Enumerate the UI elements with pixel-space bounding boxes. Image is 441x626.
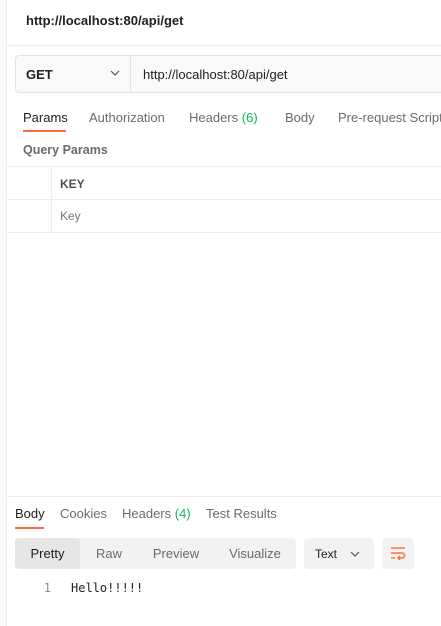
- active-tab-indicator: [15, 527, 44, 529]
- tab-label: Headers: [189, 110, 239, 125]
- view-preview[interactable]: Preview: [139, 538, 213, 569]
- response-tab-test-results[interactable]: Test Results: [206, 506, 277, 521]
- active-tab-indicator: [23, 130, 66, 132]
- response-tabs: Body Cookies Headers (4) Test Results: [15, 506, 435, 536]
- method-label: GET: [26, 67, 53, 82]
- column-divider: [51, 167, 52, 233]
- response-tab-cookies[interactable]: Cookies: [60, 506, 107, 521]
- view-raw[interactable]: Raw: [81, 538, 137, 569]
- wrap-lines-button[interactable]: [382, 538, 414, 569]
- response-body-editor[interactable]: 1 Hello!!!!!: [15, 581, 435, 601]
- params-table: KEY: [7, 166, 441, 233]
- key-column-header: KEY: [60, 177, 85, 191]
- tab-pre-request-script[interactable]: Pre-request Script: [338, 110, 441, 125]
- tab-label: Params: [23, 110, 68, 125]
- format-label: Text: [315, 547, 338, 561]
- tab-label: Body: [15, 506, 45, 521]
- request-title[interactable]: http://localhost:80/api/get: [26, 13, 183, 28]
- line-number: 1: [43, 581, 51, 595]
- tab-label: Authorization: [89, 110, 165, 125]
- tab-label: Cookies: [60, 506, 107, 521]
- tab-authorization[interactable]: Authorization: [89, 110, 165, 125]
- request-title-bar: http://localhost:80/api/get: [7, 0, 441, 46]
- tab-label: Test Results: [206, 506, 277, 521]
- response-tab-headers[interactable]: Headers (4): [122, 506, 191, 521]
- tab-count: (6): [241, 110, 258, 125]
- request-tabs: Params Authorization Headers (6) Body Pr…: [23, 100, 441, 132]
- tab-label: Body: [285, 110, 315, 125]
- method-select[interactable]: GET: [16, 56, 131, 92]
- key-input[interactable]: [60, 209, 360, 223]
- response-tab-body[interactable]: Body: [15, 506, 45, 521]
- tab-label: Pre-request Script: [338, 110, 441, 125]
- query-params-heading: Query Params: [23, 143, 108, 157]
- tab-count: (4): [174, 506, 191, 521]
- view-mode-selector: Pretty Raw Preview Visualize: [15, 538, 296, 569]
- tab-params[interactable]: Params: [23, 110, 68, 125]
- url-bar: GET http://localhost:80/api/get: [15, 55, 441, 93]
- tab-headers[interactable]: Headers (6): [189, 110, 258, 125]
- chevron-down-icon: [110, 70, 120, 76]
- format-select[interactable]: Text: [304, 538, 374, 569]
- url-input[interactable]: http://localhost:80/api/get: [143, 67, 288, 82]
- wrap-lines-icon: [391, 547, 406, 561]
- response-panel: Body Cookies Headers (4) Test Results Pr…: [7, 496, 441, 626]
- view-pretty[interactable]: Pretty: [15, 538, 80, 569]
- tab-body[interactable]: Body: [285, 110, 315, 125]
- view-visualize[interactable]: Visualize: [215, 538, 295, 569]
- tab-label: Headers: [122, 506, 172, 521]
- chevron-down-icon: [350, 551, 360, 557]
- left-sidebar-edge: [0, 0, 7, 626]
- code-line: Hello!!!!!: [71, 581, 144, 595]
